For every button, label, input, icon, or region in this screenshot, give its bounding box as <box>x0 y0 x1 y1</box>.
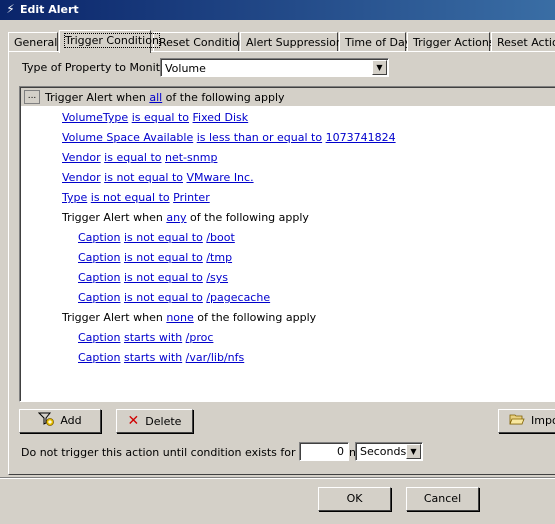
field-link[interactable]: Caption <box>78 351 120 364</box>
operator-link[interactable]: is less than or equal to <box>197 131 322 144</box>
import-button[interactable]: Impo <box>498 409 555 433</box>
field-link[interactable]: Type <box>62 191 87 204</box>
any-condition-group: Trigger Alert when any of the following … <box>62 211 309 224</box>
tab-alert-suppression[interactable]: Alert Suppression <box>240 32 343 52</box>
value-link[interactable]: 1073741824 <box>326 131 396 144</box>
value-link[interactable]: /pagecache <box>206 291 270 304</box>
value-link[interactable]: net-snmp <box>165 151 217 164</box>
condition-row: VolumeType is equal to Fixed Disk <box>62 111 248 124</box>
field-link[interactable]: Caption <box>78 231 120 244</box>
operator-link[interactable]: is not equal to <box>124 231 203 244</box>
operator-link[interactable]: is not equal to <box>124 291 203 304</box>
open-folder-icon <box>509 410 525 432</box>
chevron-down-icon[interactable]: ▼ <box>406 444 421 459</box>
ellipsis-button[interactable]: ... <box>24 90 40 104</box>
divider <box>0 477 555 479</box>
delay-unit-value: Seconds <box>360 445 407 458</box>
condition-row: Caption is not equal to /pagecache <box>78 291 270 304</box>
tab-reset-action[interactable]: Reset Action <box>491 32 555 52</box>
condition-row: Caption starts with /proc <box>78 331 213 344</box>
add-label: Add <box>60 414 82 427</box>
none-condition-group: Trigger Alert when none of the following… <box>62 311 317 324</box>
value-link[interactable]: VMware Inc. <box>187 171 254 184</box>
tree-header-row: ... Trigger Alert when all of the follow… <box>21 88 555 106</box>
operator-link[interactable]: starts with <box>124 331 182 344</box>
operator-link[interactable]: is not equal to <box>124 271 203 284</box>
condition-row: Volume Space Available is less than or e… <box>62 131 396 144</box>
value-link[interactable]: /proc <box>186 331 214 344</box>
delay-value-input[interactable]: 0 <box>299 442 349 461</box>
delete-label: Delete <box>145 415 182 428</box>
tab-reset-condition[interactable]: Reset Condition <box>153 32 246 52</box>
operator-link[interactable]: is not equal to <box>124 251 203 264</box>
import-label: Impo <box>531 414 555 427</box>
field-link[interactable]: Volume Space Available <box>62 131 193 144</box>
tab-trigger-condition[interactable]: Trigger Condition <box>59 30 160 53</box>
property-label: Type of Property to Monitor: <box>22 61 175 74</box>
root-condition-group: Trigger Alert when all of the following … <box>45 91 285 104</box>
title-bar: ⚡ Edit Alert <box>0 0 555 20</box>
delay-unit-select[interactable]: Seconds ▼ <box>355 442 423 461</box>
delete-button[interactable]: ✕ Delete <box>116 409 193 433</box>
condition-row: Caption is not equal to /tmp <box>78 251 232 264</box>
ok-button[interactable]: OK <box>318 487 391 511</box>
condition-tree[interactable]: ... Trigger Alert when all of the follow… <box>19 86 555 402</box>
quantifier-link[interactable]: none <box>166 311 193 324</box>
filter-add-icon <box>38 410 55 432</box>
property-select[interactable]: Volume ▼ <box>160 58 389 77</box>
condition-row: Caption is not equal to /sys <box>78 271 228 284</box>
tab-general[interactable]: General <box>8 32 58 52</box>
property-value: Volume <box>165 62 206 75</box>
quantifier-link[interactable]: all <box>149 91 162 104</box>
field-link[interactable]: Caption <box>78 271 120 284</box>
tab-trigger-actions[interactable]: Trigger Actions <box>407 32 495 52</box>
quantifier-link[interactable]: any <box>166 211 186 224</box>
field-link[interactable]: Caption <box>78 251 120 264</box>
tab-time-of-day[interactable]: Time of Day <box>339 32 411 52</box>
value-link[interactable]: Fixed Disk <box>193 111 249 124</box>
field-link[interactable]: Vendor <box>62 171 101 184</box>
operator-link[interactable]: is not equal to <box>104 171 183 184</box>
value-link[interactable]: Printer <box>173 191 210 204</box>
operator-link[interactable]: is equal to <box>104 151 161 164</box>
chevron-down-icon[interactable]: ▼ <box>372 60 387 75</box>
cancel-button[interactable]: Cancel <box>406 487 479 511</box>
delete-x-icon: ✕ <box>127 413 140 429</box>
condition-row: Caption is not equal to /boot <box>78 231 235 244</box>
value-link[interactable]: /sys <box>206 271 228 284</box>
value-link[interactable]: /var/lib/nfs <box>186 351 245 364</box>
condition-row: Vendor is not equal to VMware Inc. <box>62 171 254 184</box>
window-title: Edit Alert <box>20 3 79 16</box>
value-link[interactable]: /boot <box>206 231 234 244</box>
operator-link[interactable]: is equal to <box>132 111 189 124</box>
field-link[interactable]: Caption <box>78 331 120 344</box>
field-link[interactable]: VolumeType <box>62 111 128 124</box>
field-link[interactable]: Vendor <box>62 151 101 164</box>
operator-link[interactable]: is not equal to <box>91 191 170 204</box>
condition-row: Caption starts with /var/lib/nfs <box>78 351 244 364</box>
field-link[interactable]: Caption <box>78 291 120 304</box>
operator-link[interactable]: starts with <box>124 351 182 364</box>
lightning-icon: ⚡ <box>6 2 15 16</box>
condition-row: Vendor is equal to net-snmp <box>62 151 217 164</box>
add-button[interactable]: Add <box>19 409 101 433</box>
tab-strip: General Trigger Condition Reset Conditio… <box>8 30 555 53</box>
condition-row: Type is not equal to Printer <box>62 191 210 204</box>
value-link[interactable]: /tmp <box>206 251 232 264</box>
